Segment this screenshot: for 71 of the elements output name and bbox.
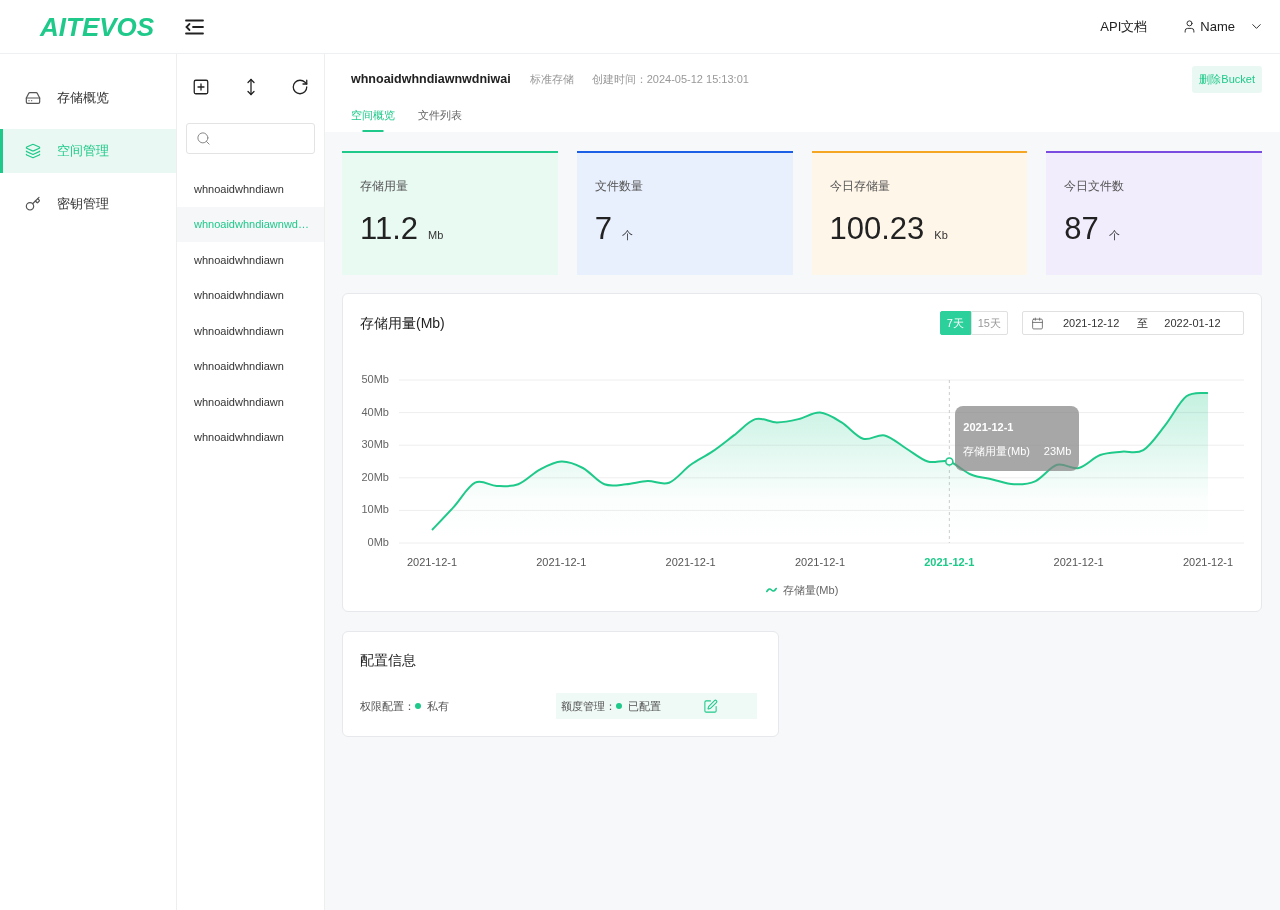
config-value: 私有: [427, 698, 449, 714]
stat-label: 存储用量: [360, 178, 408, 194]
chart-title: 存储用量(Mb): [360, 313, 445, 333]
bucket-list-item[interactable]: whnoaidwhndiawn: [177, 313, 324, 349]
legend-label: 存储量(Mb): [782, 582, 839, 598]
user-icon: [1182, 19, 1198, 34]
calendar-icon: [1031, 316, 1044, 330]
config-title: 配置信息: [360, 651, 416, 670]
x-axis-label: 2021-12-1: [924, 555, 975, 568]
bucket-list-item[interactable]: whnoaidwhndiawn: [177, 171, 324, 207]
stat-value: 7: [594, 212, 612, 246]
date-range-field[interactable]: 2021-12-12 至 2022-01-12: [1022, 311, 1244, 335]
stat-unit: 个: [1108, 228, 1120, 243]
stat-unit: 个: [622, 228, 633, 243]
y-axis-label: 20Mb: [361, 470, 389, 483]
bucket-list-item[interactable]: whnoaidwhndiawn: [177, 242, 324, 278]
stat-value: 87: [1064, 212, 1099, 246]
search-field[interactable]: [186, 123, 315, 154]
tab[interactable]: 文件列表: [418, 101, 462, 132]
plus-square-icon: [192, 78, 210, 96]
storage-class: 标准存储: [529, 72, 574, 88]
point-marker-icon: [945, 457, 954, 466]
tooltip-series-label: 存储用量(Mb): [963, 444, 1030, 459]
x-axis-label: 2021-12-1: [536, 555, 587, 568]
y-axis-label: 50Mb: [361, 372, 389, 385]
y-axis-label: 40Mb: [361, 405, 389, 418]
y-axis-label: 0Mb: [367, 535, 389, 548]
created-time: 创建时间：2024-05-12 15:13:01: [591, 72, 749, 88]
stat-value: 100.23: [829, 212, 925, 246]
stat-label: 今日文件数: [1064, 178, 1125, 194]
user-menu-button[interactable]: Name: [1182, 16, 1264, 37]
logo: AITEVOS: [40, 13, 155, 40]
key-icon: [25, 196, 41, 212]
y-axis-label: 10Mb: [361, 503, 389, 516]
config-label: 额度管理：: [561, 698, 616, 714]
y-axis-label: 30Mb: [361, 438, 389, 451]
range-separator: 至: [1137, 315, 1149, 331]
x-axis-label: 2021-12-1: [1053, 555, 1104, 568]
stat-unit: Kb: [934, 228, 948, 243]
end-date: 2022-01-12: [1164, 315, 1221, 331]
sidebar-item[interactable]: 密钥管理: [0, 182, 176, 226]
sidebar-item[interactable]: 存储概览: [0, 76, 176, 120]
tooltip-value: 23Mb: [1043, 444, 1072, 459]
stat-label: 文件数量: [594, 178, 643, 194]
menu-icon: [185, 18, 205, 35]
stat-unit: Mb: [428, 228, 444, 243]
refresh-icon: [291, 78, 309, 96]
stat-label: 今日存储量: [829, 178, 890, 194]
add-button[interactable]: [192, 78, 210, 96]
x-axis-label: 2021-12-1: [665, 555, 716, 568]
config-value: 已配置: [628, 698, 661, 714]
drive-icon: [25, 90, 41, 106]
stat-value: 11.2: [360, 212, 419, 246]
x-axis-label: 2021-12-1: [1182, 555, 1234, 568]
layers-icon: [25, 143, 41, 159]
config-label: 权限配置：: [360, 698, 415, 714]
bucket-list-item[interactable]: whnoaidwhndiawn: [177, 384, 324, 420]
x-axis-label: 2021-12-1: [406, 555, 458, 568]
api-docs-link[interactable]: API文档: [1100, 16, 1148, 37]
edit-icon: [703, 698, 718, 714]
refresh-button[interactable]: [291, 78, 309, 96]
tooltip-date: 2021-12-1: [963, 420, 1015, 435]
bucket-list-item[interactable]: whnoaidwhndiawn: [177, 277, 324, 313]
start-date: 2021-12-12: [1063, 315, 1120, 331]
bucket-list-item[interactable]: whnoaidwhndiawn: [177, 348, 324, 384]
bucket-list-item[interactable]: whnoaidwhndiawn: [177, 419, 324, 455]
legend-wave-icon: [765, 587, 777, 593]
bucket-title: whnoaidwhndiawnwdniwai: [351, 71, 511, 89]
x-axis-label: 2021-12-1: [794, 555, 846, 568]
search-icon: [196, 131, 211, 146]
menu-button[interactable]: [185, 18, 205, 35]
